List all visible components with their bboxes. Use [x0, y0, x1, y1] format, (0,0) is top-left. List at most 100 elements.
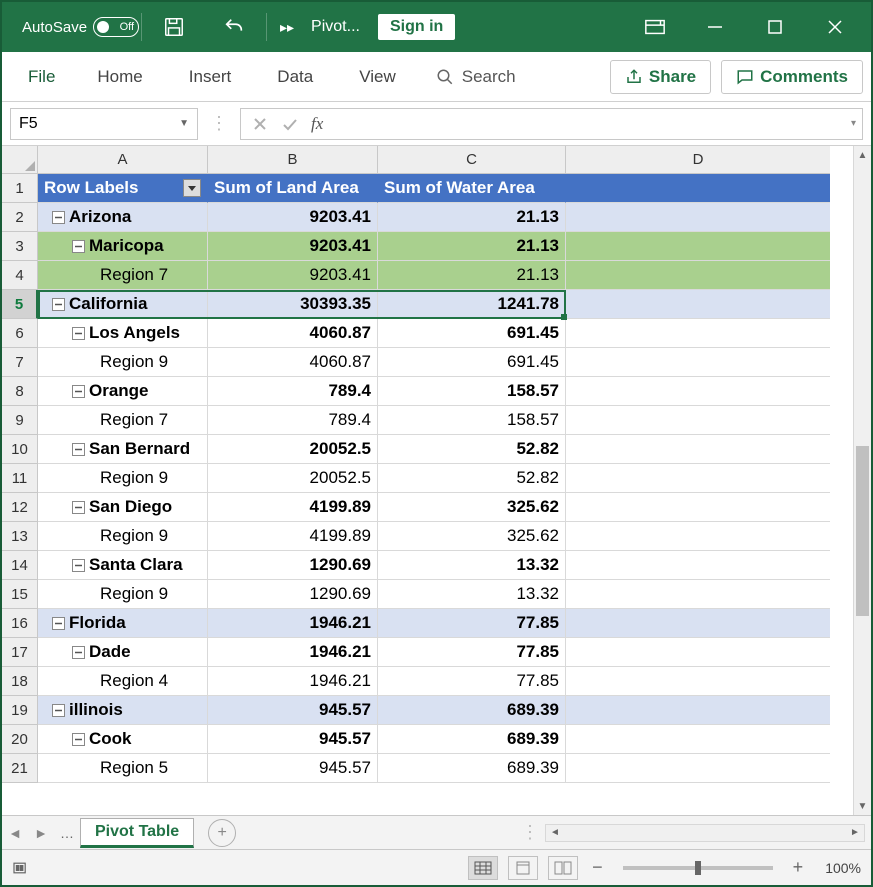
sheet-next-icon[interactable]: ► [28, 825, 54, 841]
cell[interactable] [566, 232, 830, 261]
cell[interactable]: Region 7 [38, 261, 208, 290]
collapse-icon[interactable] [72, 501, 85, 514]
cell[interactable]: 9203.41 [208, 203, 378, 232]
row-header[interactable]: 21 [2, 754, 38, 783]
name-box[interactable]: F5 ▼ [10, 108, 198, 140]
cell[interactable]: Region 9 [38, 348, 208, 377]
formula-input[interactable] [329, 109, 845, 139]
collapse-icon[interactable] [72, 733, 85, 746]
cell[interactable] [566, 638, 830, 667]
cell[interactable]: 77.85 [378, 609, 566, 638]
cell[interactable] [566, 290, 830, 319]
collapse-icon[interactable] [52, 211, 65, 224]
cell[interactable] [566, 348, 830, 377]
cell[interactable]: 691.45 [378, 348, 566, 377]
pivot-header-cell[interactable]: Row Labels [38, 174, 208, 203]
cell[interactable]: 13.32 [378, 551, 566, 580]
cell[interactable]: Maricopa [38, 232, 208, 261]
cell[interactable]: Region 5 [38, 754, 208, 783]
cell[interactable]: 52.82 [378, 435, 566, 464]
collapse-icon[interactable] [52, 617, 65, 630]
row-header[interactable]: 3 [2, 232, 38, 261]
cell[interactable]: Region 9 [38, 464, 208, 493]
collapse-icon[interactable] [72, 443, 85, 456]
pivot-header-cell[interactable]: Sum of Land Area [208, 174, 378, 203]
cell[interactable]: California [38, 290, 208, 319]
cell[interactable]: 945.57 [208, 696, 378, 725]
cell[interactable]: 325.62 [378, 493, 566, 522]
zoom-level[interactable]: 100% [825, 860, 861, 876]
row-header[interactable]: 7 [2, 348, 38, 377]
cell[interactable]: 9203.41 [208, 232, 378, 261]
row-header[interactable]: 8 [2, 377, 38, 406]
cell[interactable] [566, 406, 830, 435]
cell[interactable]: illinois [38, 696, 208, 725]
view-page-layout-button[interactable] [508, 856, 538, 880]
row-header[interactable]: 4 [2, 261, 38, 290]
row-header[interactable]: 19 [2, 696, 38, 725]
scrollbar-thumb[interactable] [856, 446, 869, 616]
cell[interactable] [566, 261, 830, 290]
zoom-slider[interactable] [623, 866, 773, 870]
collapse-icon[interactable] [72, 559, 85, 572]
cell[interactable]: 4199.89 [208, 522, 378, 551]
sheet-tab-active[interactable]: Pivot Table [80, 818, 194, 848]
sheet-bar-options[interactable]: ⋮ [515, 822, 545, 843]
col-header-b[interactable]: B [208, 146, 378, 174]
row-header[interactable]: 17 [2, 638, 38, 667]
cell[interactable]: 1946.21 [208, 638, 378, 667]
scroll-down-icon[interactable]: ▼ [854, 797, 871, 815]
collapse-icon[interactable] [52, 298, 65, 311]
scroll-right-icon[interactable]: ► [846, 827, 864, 838]
undo-icon[interactable] [204, 16, 264, 38]
cell[interactable] [566, 551, 830, 580]
horizontal-scrollbar[interactable]: ◄ ► [545, 824, 865, 842]
view-page-break-button[interactable] [548, 856, 578, 880]
cell[interactable]: Dade [38, 638, 208, 667]
cell[interactable]: 21.13 [378, 232, 566, 261]
autosave-toggle[interactable]: AutoSave Off [22, 17, 139, 37]
cell[interactable]: 77.85 [378, 667, 566, 696]
cell[interactable]: 945.57 [208, 754, 378, 783]
sign-in-button[interactable]: Sign in [378, 14, 455, 40]
zoom-out-button[interactable]: − [588, 857, 607, 878]
sheet-prev-icon[interactable]: ◄ [2, 825, 28, 841]
fx-label[interactable]: fx [311, 114, 323, 134]
cells[interactable]: Row LabelsSum of Land AreaSum of Water A… [38, 174, 853, 815]
row-header[interactable]: 9 [2, 406, 38, 435]
tab-view[interactable]: View [337, 59, 418, 95]
cancel-formula-icon[interactable] [245, 108, 275, 140]
row-header[interactable]: 1 [2, 174, 38, 203]
cell[interactable]: 689.39 [378, 696, 566, 725]
row-header[interactable]: 6 [2, 319, 38, 348]
filter-dropdown-icon[interactable] [183, 179, 201, 197]
cell[interactable] [566, 754, 830, 783]
cell[interactable] [566, 319, 830, 348]
cell[interactable]: Region 9 [38, 522, 208, 551]
cell[interactable]: 789.4 [208, 406, 378, 435]
cell[interactable]: 689.39 [378, 725, 566, 754]
collapse-icon[interactable] [72, 327, 85, 340]
select-all-corner[interactable] [2, 146, 38, 174]
cell[interactable]: 20052.5 [208, 435, 378, 464]
cell[interactable]: 689.39 [378, 754, 566, 783]
cell[interactable]: 945.57 [208, 725, 378, 754]
tab-home[interactable]: Home [75, 59, 164, 95]
collapse-icon[interactable] [72, 385, 85, 398]
cell[interactable]: 691.45 [378, 319, 566, 348]
cell[interactable]: Region 4 [38, 667, 208, 696]
col-header-a[interactable]: A [38, 146, 208, 174]
cell[interactable]: 77.85 [378, 638, 566, 667]
tab-insert[interactable]: Insert [167, 59, 254, 95]
formula-bar-options[interactable]: ⋮ [204, 113, 234, 134]
close-icon[interactable] [805, 19, 865, 35]
cell[interactable]: 1946.21 [208, 609, 378, 638]
row-header[interactable]: 12 [2, 493, 38, 522]
cell[interactable]: Florida [38, 609, 208, 638]
cell[interactable]: 158.57 [378, 377, 566, 406]
row-header[interactable]: 15 [2, 580, 38, 609]
file-tab[interactable]: File [10, 59, 73, 95]
save-icon[interactable] [144, 16, 204, 38]
cell[interactable]: 30393.35 [208, 290, 378, 319]
cell[interactable] [566, 377, 830, 406]
